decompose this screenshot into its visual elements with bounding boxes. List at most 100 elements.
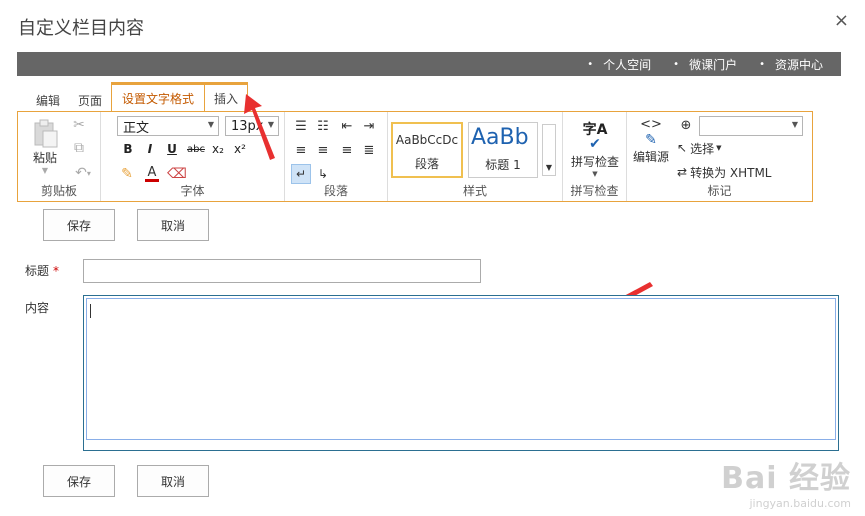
tab-format-text[interactable]: 设置文字格式 — [111, 82, 206, 112]
font-group: 正文 ▼ 13px ▼ B I U abc x₂ x² ✎ A ⌫ 字体 — [101, 112, 285, 201]
cut-icon[interactable]: ✂ — [70, 116, 88, 134]
italic-button[interactable]: I — [141, 140, 159, 158]
watermark-url: jingyan.baidu.com — [749, 497, 851, 510]
topbar-link-label: 个人空间 — [603, 57, 652, 72]
content-field-label: 内容 — [25, 301, 50, 315]
edit-source-label: 编辑源 — [632, 150, 669, 164]
bold-button[interactable]: B — [119, 140, 137, 158]
top-navigation-bar: • 个人空间 • 微课门户 • 资源中心 — [17, 52, 841, 76]
align-center-icon[interactable]: ≡ — [313, 140, 333, 160]
decrease-indent-icon[interactable]: ⇤ — [337, 116, 357, 136]
dialog-title: 自定义栏目内容 — [18, 18, 144, 39]
align-right-icon[interactable]: ≡ — [337, 140, 357, 160]
group-label: 剪贴板 — [40, 184, 77, 198]
paste-button[interactable]: 粘贴 ▼ — [26, 118, 64, 176]
justify-icon[interactable]: ≣ — [359, 140, 379, 160]
topbar-link-label: 资源中心 — [774, 57, 823, 72]
tab-page[interactable]: 页面 — [69, 88, 111, 112]
language-icon[interactable]: ⊕ — [677, 116, 695, 134]
font-size-select[interactable]: 13px ▼ — [225, 116, 279, 136]
topbar-link-personal-space[interactable]: • 个人空间 — [587, 56, 651, 73]
bullet-icon: • — [673, 58, 680, 70]
numbered-list-icon[interactable]: ☷ — [313, 116, 333, 136]
topbar-link-microcourse-portal[interactable]: • 微课门户 — [673, 56, 737, 73]
style-item-heading-1[interactable]: AaBb 标题 1 — [468, 122, 538, 178]
cursor-icon: ↖ — [677, 141, 688, 155]
select-label: 选择 — [690, 141, 715, 156]
content-editor[interactable] — [83, 295, 839, 451]
paragraph-group: ☰ ☷ ⇤ ⇥ ≡ ≡ ≡ ≣ ↵ ↳ 段落 — [285, 112, 388, 201]
group-label: 拼写检查 — [570, 184, 619, 198]
font-name-select[interactable]: 正文 ▼ — [117, 116, 219, 136]
edit-source-button[interactable]: <> ✎ 编辑源 — [631, 116, 671, 166]
paste-icon — [34, 119, 58, 148]
chevron-down-icon: ▼ — [791, 120, 798, 129]
convert-icon: ⇄ — [677, 165, 688, 179]
language-select[interactable]: ▼ — [699, 116, 803, 136]
group-label: 标记 — [707, 184, 732, 198]
style-sample: AaBb — [471, 125, 529, 150]
spellcheck-button[interactable]: 字A ✔ 拼写检查 ▼ — [565, 116, 625, 180]
chevron-down-icon: ▼ — [267, 120, 274, 129]
tab-insert[interactable]: 插入 — [205, 82, 249, 112]
bullet-icon: • — [587, 58, 594, 70]
ribbon: 粘贴 ▼ ✂ ⧉ ↶ ▾ 剪贴板 正文 ▼ 13px ▼ B I U abc x₂ x… — [17, 111, 813, 202]
bullet-icon: • — [759, 58, 765, 70]
tab-edit[interactable]: 编辑 — [27, 88, 69, 112]
styles-group: AaBbCcDc 段落 AaBb 标题 1 ▼ 样式 — [388, 112, 563, 201]
strikethrough-button[interactable]: abc — [185, 140, 207, 158]
style-name: 标题 1 — [485, 158, 521, 172]
font-color-icon[interactable]: A — [141, 164, 163, 184]
spellcheck-label: 拼写检查 — [570, 154, 619, 169]
cancel-button-bottom[interactable]: 取消 — [137, 465, 209, 497]
content-editor-body[interactable] — [86, 298, 836, 440]
convert-label: 转换为 XHTML — [690, 165, 772, 180]
style-name: 段落 — [414, 157, 439, 171]
group-label: 字体 — [180, 184, 205, 198]
title-input[interactable] — [83, 259, 481, 283]
chevron-down-icon: ▼ — [207, 120, 214, 129]
chevron-down-icon: ▼ — [41, 166, 49, 175]
pencil-icon: ✎ — [645, 132, 657, 148]
style-item-paragraph[interactable]: AaBbCcDc 段落 — [391, 122, 463, 178]
clipboard-group: 粘贴 ▼ ✂ ⧉ ↶ ▾ 剪贴板 — [18, 112, 101, 201]
chevron-down-icon: ▼ — [716, 144, 722, 152]
underline-button[interactable]: U — [163, 140, 181, 158]
font-size-value: 13px — [231, 118, 264, 134]
spellcheck-group: 字A ✔ 拼写检查 ▼ 拼写检查 — [563, 112, 627, 201]
highlight-color-icon[interactable]: ✎ — [117, 164, 137, 184]
code-tag-icon: <> — [640, 117, 662, 132]
chevron-down-icon: ▼ — [592, 169, 598, 178]
ribbon-tabs: 编辑 页面 设置文字格式 插入 — [27, 82, 249, 112]
topbar-link-label: 微课门户 — [689, 57, 738, 72]
undo-icon[interactable]: ↶ ▾ — [70, 164, 96, 182]
copy-icon[interactable]: ⧉ — [70, 139, 88, 157]
select-button[interactable]: ↖ 选择 ▼ — [677, 138, 737, 158]
baidu-watermark: Bai 经验 jingyan.baidu.com — [721, 453, 851, 510]
subscript-button[interactable]: x₂ — [209, 140, 227, 158]
watermark-logo: Bai 经验 — [721, 461, 851, 496]
bullet-list-icon[interactable]: ☰ — [291, 116, 311, 136]
clear-format-icon[interactable]: ⌫ — [167, 164, 187, 184]
markup-group: <> ✎ 编辑源 ⊕ ▼ ↖ 选择 ▼ ⇄ 转换为 XHTML 标记 — [627, 112, 812, 201]
increase-indent-icon[interactable]: ⇥ — [359, 116, 379, 136]
paste-label: 粘贴 — [32, 151, 57, 165]
checkmark-icon: ✔ — [589, 135, 601, 152]
styles-scroll[interactable]: ▼ — [542, 124, 556, 176]
ltr-direction-icon[interactable]: ↵ — [291, 164, 311, 184]
title-label-text: 标题 — [25, 264, 50, 278]
convert-xhtml-button[interactable]: ⇄ 转换为 XHTML — [677, 162, 807, 182]
cancel-button-top[interactable]: 取消 — [137, 209, 209, 241]
font-name-value: 正文 — [123, 120, 150, 136]
align-left-icon[interactable]: ≡ — [291, 140, 311, 160]
superscript-button[interactable]: x² — [231, 140, 249, 158]
required-mark: * — [53, 264, 60, 278]
close-icon[interactable]: × — [834, 10, 849, 31]
save-button-bottom[interactable]: 保存 — [43, 465, 115, 497]
topbar-link-resource-center[interactable]: • 资源中心 — [759, 56, 823, 73]
save-button-top[interactable]: 保存 — [43, 209, 115, 241]
title-field-label: 标题 * — [25, 262, 59, 279]
rtl-direction-icon[interactable]: ↳ — [313, 164, 333, 184]
group-label: 段落 — [323, 184, 348, 198]
style-sample: AaBbCcDc — [395, 133, 459, 147]
